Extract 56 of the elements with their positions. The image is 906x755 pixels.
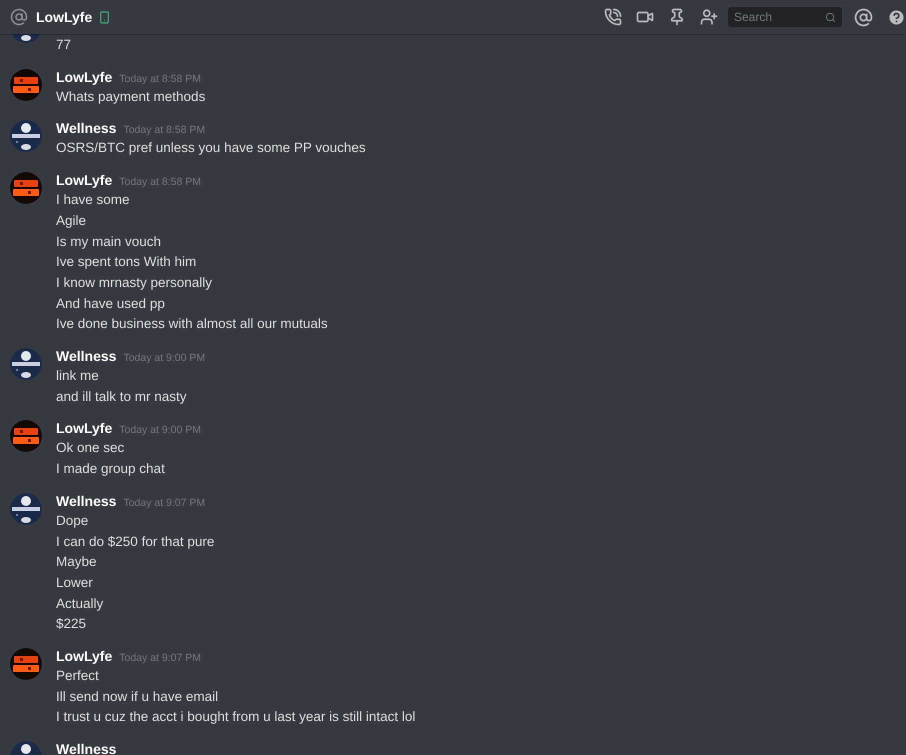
timestamp: Today at 9:07 PM bbox=[119, 652, 201, 664]
message-text: Ill send now if u have email bbox=[56, 688, 220, 706]
message-text: Ive spent tons With him bbox=[56, 253, 198, 272]
message-text: $225 bbox=[56, 615, 88, 634]
avatar[interactable] bbox=[10, 172, 42, 204]
message-text: Maybe bbox=[56, 553, 98, 572]
at-icon bbox=[10, 8, 28, 26]
timestamp: Today at 9:00 PM bbox=[123, 352, 206, 364]
avatar[interactable] bbox=[10, 348, 42, 380]
message-text: I can do $250 for that pure bbox=[56, 532, 214, 551]
username[interactable]: LowLyfe bbox=[56, 68, 112, 85]
channel-title: LowLyfe bbox=[36, 9, 92, 25]
username[interactable]: Wellness bbox=[56, 348, 116, 364]
timestamp: Today at 8:58 PM bbox=[119, 72, 201, 85]
timestamp: Today at 8:58 PM bbox=[119, 176, 201, 188]
username[interactable]: Wellness bbox=[56, 120, 116, 136]
search-field[interactable]: Search bbox=[728, 7, 842, 27]
message-text: Perfect bbox=[56, 667, 100, 686]
message-text: 77 bbox=[56, 36, 72, 54]
username[interactable]: LowLyfe bbox=[56, 420, 112, 436]
avatar[interactable] bbox=[10, 120, 42, 152]
add-user-icon[interactable] bbox=[700, 8, 718, 26]
search-input[interactable]: Search bbox=[734, 10, 825, 24]
message-text: I have some bbox=[56, 191, 131, 210]
call-icon[interactable] bbox=[604, 8, 622, 26]
help-icon[interactable] bbox=[887, 8, 906, 26]
message-text: Ok one sec bbox=[56, 439, 126, 458]
avatar[interactable] bbox=[10, 648, 42, 680]
pin-icon[interactable] bbox=[668, 8, 686, 26]
message-text: I trust u cuz the acct i bought from u last year is still intact lol bbox=[56, 708, 416, 726]
username[interactable]: LowLyfe bbox=[56, 648, 112, 664]
message-text: Is my main vouch bbox=[56, 232, 162, 251]
message-text: I made group chat bbox=[56, 460, 166, 478]
message-text: I know mrnasty personally bbox=[56, 274, 214, 292]
avatar[interactable] bbox=[10, 492, 42, 525]
timestamp: Today at 9:00 PM bbox=[119, 424, 201, 436]
message-text: Dope bbox=[56, 512, 90, 530]
message-text: Agile bbox=[56, 212, 88, 230]
message-text: Lower bbox=[56, 574, 94, 592]
message-text: And have used pp bbox=[56, 294, 166, 313]
username[interactable]: LowLyfe bbox=[56, 172, 112, 188]
timestamp: Today at 8:58 PM bbox=[123, 124, 206, 136]
avatar[interactable] bbox=[10, 68, 42, 101]
message-text: Actually bbox=[56, 594, 104, 613]
mention-icon[interactable] bbox=[854, 8, 873, 26]
message-text: link me bbox=[56, 367, 100, 386]
message-text: and ill talk to mr nasty bbox=[56, 388, 188, 406]
message-text: OSRS/BTC pref unless you have some PP vouches bbox=[56, 139, 366, 158]
phone-icon bbox=[98, 10, 112, 24]
search-icon bbox=[825, 12, 836, 22]
timestamp: Today at 9:07 PM bbox=[123, 496, 206, 509]
username[interactable]: Wellness bbox=[56, 741, 116, 755]
message-text: Whats payment methods bbox=[56, 88, 206, 106]
username[interactable]: Wellness bbox=[56, 492, 116, 509]
message-text: Ive done business with almost all our mutuals bbox=[56, 315, 328, 334]
avatar[interactable] bbox=[10, 420, 42, 452]
